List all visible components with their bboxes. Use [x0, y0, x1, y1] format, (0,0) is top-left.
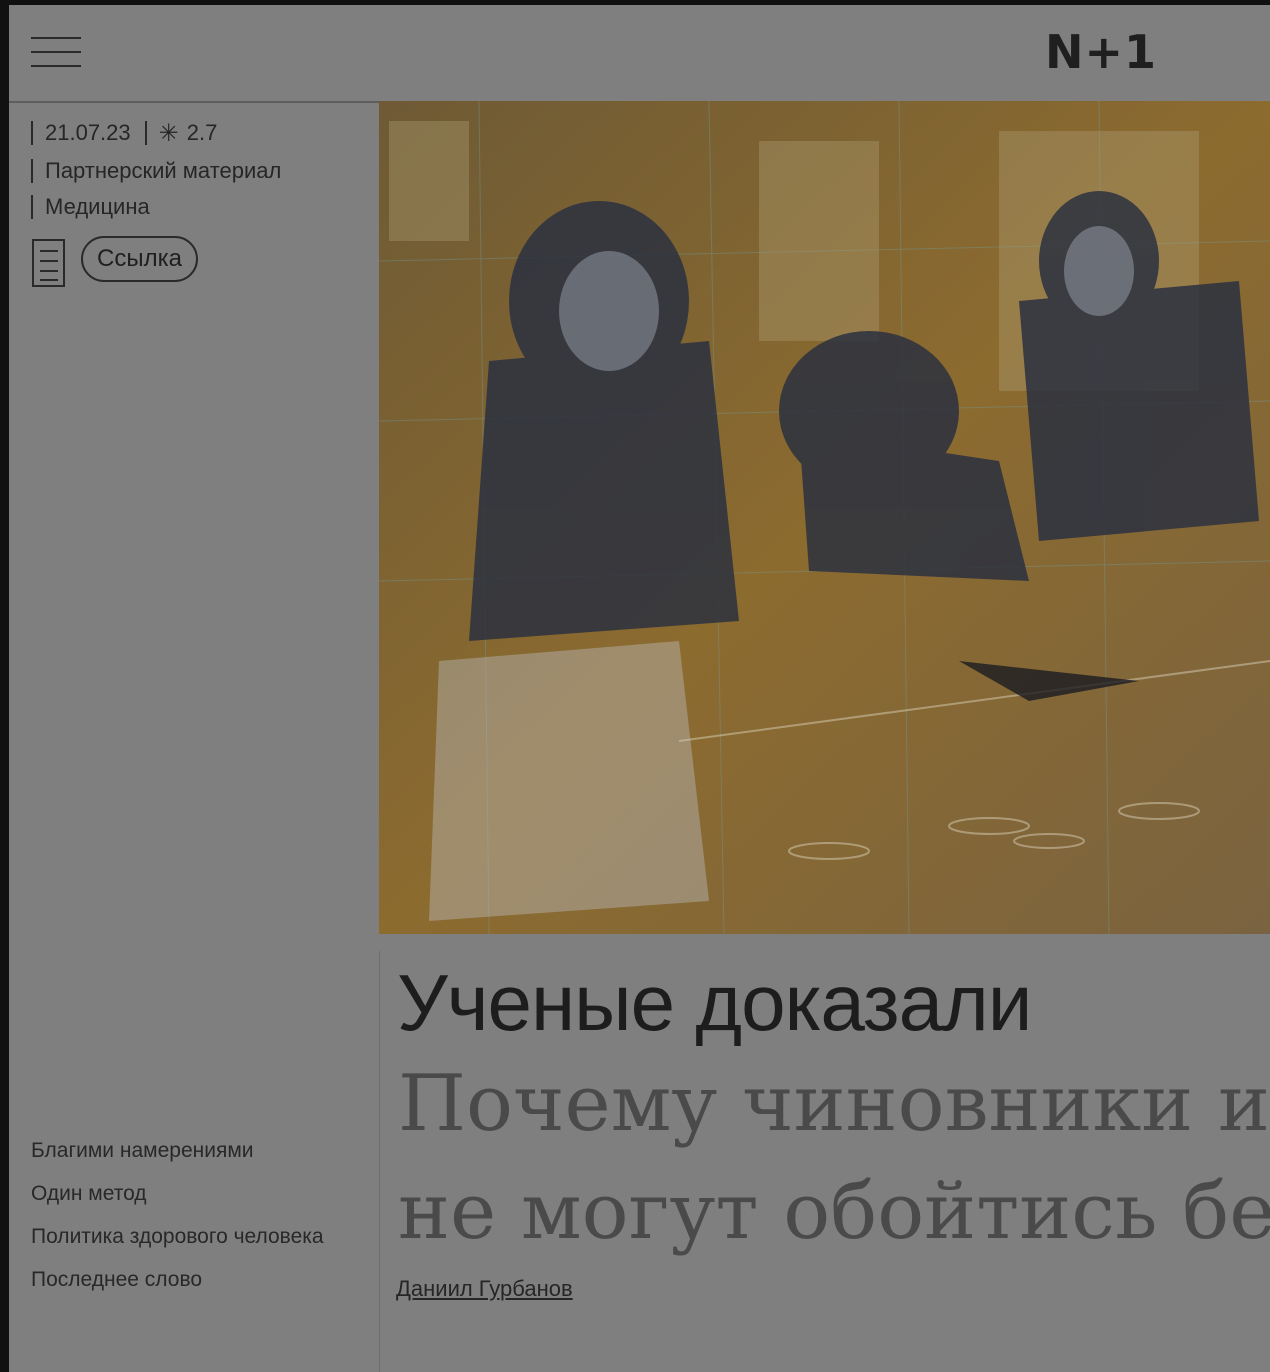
document-icon[interactable]: [32, 239, 65, 287]
page: N+1 21.07.23 ✳ 2.7 Партнерский материал …: [9, 5, 1270, 1372]
hero-image: [379, 101, 1270, 934]
article-meta-row: 21.07.23 ✳ 2.7: [31, 119, 218, 147]
author-link[interactable]: Даниил Гурбанов: [396, 1276, 573, 1302]
article-sidebar: 21.07.23 ✳ 2.7 Партнерский материал Меди…: [9, 103, 378, 1372]
site-logo[interactable]: N+1: [1045, 25, 1157, 79]
toc-item[interactable]: Политика здорового человека: [31, 1222, 331, 1251]
toc-item[interactable]: Благими намерениями: [31, 1136, 331, 1165]
article-subheadline: Почему чиновники и не могут обойтись бе: [398, 1059, 1270, 1257]
partner-badge[interactable]: Партнерский материал: [31, 158, 281, 184]
divider-bar: [31, 195, 33, 219]
category-label: Медицина: [45, 194, 150, 219]
divider-bar: [31, 121, 33, 145]
difficulty-value: 2.7: [186, 120, 218, 145]
divider-bar: [31, 159, 33, 183]
publish-date: 21.07.23: [45, 120, 131, 145]
site-header: N+1: [9, 5, 1270, 103]
hero-illustration: [379, 101, 1270, 934]
toc-item[interactable]: Последнее слово: [31, 1265, 331, 1294]
divider-bar: [144, 121, 147, 145]
table-of-contents: Благими намерениями Один метод Политика …: [31, 1136, 331, 1308]
partner-badge-label: Партнерский материал: [45, 158, 282, 183]
article-headline: Ученые доказали: [397, 958, 1032, 1047]
column-divider: [379, 951, 380, 1372]
copy-link-button[interactable]: Ссылка: [81, 236, 198, 282]
toc-item[interactable]: Один метод: [31, 1179, 331, 1208]
hamburger-menu-icon[interactable]: [31, 35, 81, 69]
category-link[interactable]: Медицина: [31, 194, 150, 220]
difficulty-star-icon: ✳: [158, 119, 179, 147]
